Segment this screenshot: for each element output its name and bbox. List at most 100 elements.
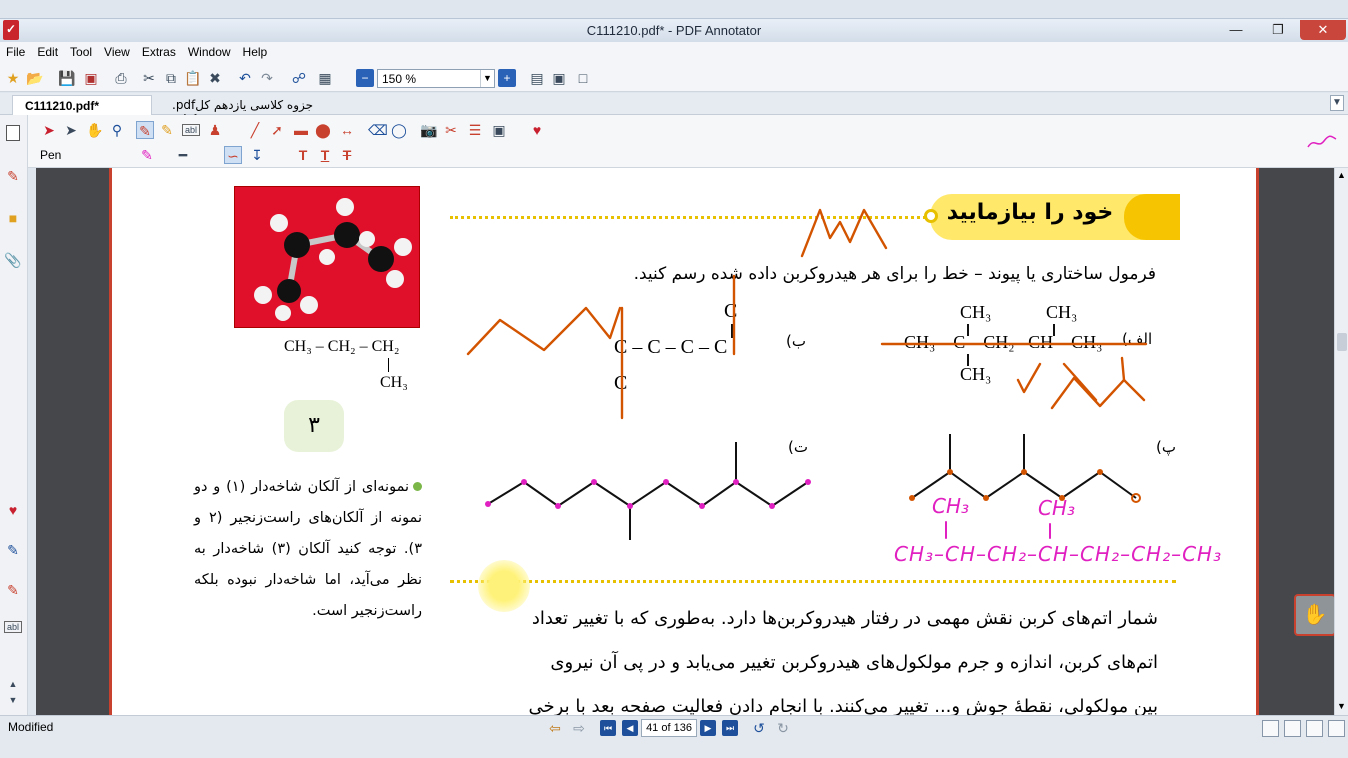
minimize-button[interactable]: — (1216, 20, 1256, 40)
paste-icon[interactable]: 📋 (184, 69, 202, 87)
redo-icon[interactable]: ↷ (258, 69, 276, 87)
zoom-in-icon[interactable]: + (498, 69, 516, 87)
pen-preview-icon (1307, 135, 1337, 148)
hand-icon[interactable]: ✋ (86, 121, 104, 139)
scrollbar-thumb[interactable] (1337, 333, 1347, 351)
view-facing-continuous-icon[interactable] (1328, 720, 1345, 737)
paperclip-icon[interactable]: 📎 (4, 251, 22, 269)
favorites-heart-icon[interactable]: ♥ (528, 121, 546, 139)
measure-icon[interactable]: ↔ (338, 121, 356, 139)
zoom-select[interactable]: 150 % ▼ (377, 69, 495, 88)
select-arrow-icon[interactable]: ➤ (40, 121, 58, 139)
last-page-icon[interactable]: ⏭ (722, 720, 738, 736)
typewriter-icon[interactable]: abl (182, 124, 200, 136)
tab-jozve[interactable]: .pdfجزوه کلاسی یازدهم کل کتاب (160, 95, 350, 126)
page-layout-icon[interactable]: ▦ (316, 69, 334, 87)
menu-help[interactable]: Help (237, 42, 274, 59)
left-sidebar: ✎ ■ 📎 ♥ ✎ ✎ abl ▲ ▼ (0, 115, 28, 715)
view-facing-icon[interactable] (1306, 720, 1323, 737)
page-thumbnail-icon[interactable] (6, 125, 20, 141)
rectangle-icon[interactable]: ▬ (292, 121, 310, 139)
menu-tool[interactable]: Tool (64, 42, 98, 59)
select-text-icon[interactable]: ➤ (62, 121, 80, 139)
text-style-icon[interactable]: T (294, 146, 312, 164)
text-underline-icon[interactable]: T (316, 146, 334, 164)
print-icon[interactable]: ⎙ (112, 69, 130, 87)
text-strikeout-icon[interactable]: T (338, 146, 356, 164)
close-button[interactable]: ✕ (1300, 20, 1346, 40)
scroll-down-icon[interactable]: ▼ (4, 691, 22, 709)
menu-view[interactable]: View (98, 42, 136, 59)
view-continuous-icon[interactable] (1284, 720, 1301, 737)
hand-tool-icon[interactable]: ✋ (1294, 594, 1334, 636)
line-icon[interactable]: ╱ (246, 121, 264, 139)
ellipse-icon[interactable]: ⬤ (314, 121, 332, 139)
first-page-icon[interactable]: ⏮ (600, 720, 616, 736)
single-page-icon[interactable]: ▤ (528, 69, 546, 87)
zoom-tool-icon[interactable]: ⚲ (108, 121, 126, 139)
tab-c111210[interactable]: C111210.pdf* (12, 95, 152, 115)
scroll-down-arrow-icon[interactable]: ▼ (1337, 701, 1346, 711)
save-as-icon[interactable]: ▣ (82, 69, 100, 87)
status-text: Modified (8, 720, 54, 734)
tab-list-dropdown-icon[interactable]: ▼ (1330, 95, 1344, 111)
ink-zigzag-alef (1050, 376, 1146, 410)
next-view-icon[interactable]: ⇨ (570, 719, 588, 737)
text-box-icon[interactable]: abl (4, 621, 22, 633)
line-width-icon[interactable]: ━ (174, 146, 192, 164)
undo-icon[interactable]: ↶ (236, 69, 254, 87)
stamp-icon[interactable]: ♟ (206, 121, 224, 139)
menu-window[interactable]: Window (182, 42, 237, 59)
eraser-icon[interactable]: ⌫ (368, 121, 388, 139)
maximize-button[interactable]: ❐ (1258, 20, 1298, 40)
previous-view-icon[interactable]: ⇦ (546, 719, 564, 737)
open-folder-icon[interactable]: 📂 (26, 69, 44, 87)
page-number-input[interactable]: 41 of 136 (641, 719, 697, 737)
body-line-1: شمار اتم‌های کربن نقش مهمی در رفتار هیدر… (531, 608, 1158, 629)
pen-marker-icon[interactable]: ✎ (4, 167, 22, 185)
ink-zigzag-be (466, 306, 622, 356)
pen-color-icon[interactable]: ✎ (138, 146, 156, 164)
save-icon[interactable]: 💾 (58, 69, 76, 87)
ruler-icon[interactable]: ☰ (466, 121, 484, 139)
cursor-highlight (478, 560, 530, 612)
arrow-icon[interactable]: ➚ (268, 121, 286, 139)
vertical-scrollbar[interactable]: ▲ ▼ (1334, 168, 1348, 715)
view-single-icon[interactable] (1262, 720, 1279, 737)
highlighter-icon[interactable]: ✎ (4, 581, 22, 599)
find-icon[interactable]: ☍ (290, 69, 308, 87)
zoom-out-icon[interactable]: − (356, 69, 374, 87)
lasso-icon[interactable]: ◯ (390, 121, 408, 139)
current-tool-label: Pen (40, 148, 62, 162)
favorite-heart-icon[interactable]: ♥ (4, 501, 22, 519)
forward-icon[interactable]: ↻ (774, 719, 792, 737)
document-tab-bar: C111210.pdf* .pdfجزوه کلاسی یازدهم کل کت… (0, 93, 1348, 126)
page-drawings (466, 208, 1148, 540)
scroll-up-arrow-icon[interactable]: ▲ (1337, 170, 1346, 180)
previous-page-icon[interactable]: ◀ (622, 720, 638, 736)
freehand-smooth-icon[interactable]: ∽ (224, 146, 242, 164)
menu-file[interactable]: File (0, 42, 31, 59)
fit-page-icon[interactable]: ▣ (550, 69, 568, 87)
menu-extras[interactable]: Extras (136, 42, 182, 59)
cut-icon[interactable]: ✂ (140, 69, 158, 87)
back-icon[interactable]: ↺ (750, 719, 768, 737)
title-bar: C111210.pdf* - PDF Annotator — ❐ ✕ (0, 18, 1348, 42)
crop-icon[interactable]: ✂ (442, 121, 460, 139)
body-line-2: اتم‌های کربن، اندازه و جرم مولکول‌های هی… (550, 652, 1158, 673)
marker-icon[interactable]: ✎ (158, 121, 176, 139)
copy-icon[interactable]: ⧉ (162, 69, 180, 87)
menu-edit[interactable]: Edit (31, 42, 64, 59)
pen-tool-icon[interactable]: ✎ (4, 541, 22, 559)
insert-image-icon[interactable]: ▣ (490, 121, 508, 139)
camera-icon[interactable]: 📷 (420, 121, 438, 139)
chevron-down-icon[interactable]: ▼ (480, 70, 494, 87)
next-page-icon[interactable]: ▶ (700, 720, 716, 736)
new-document-icon[interactable]: ★ (4, 69, 22, 87)
fullscreen-icon[interactable]: □ (574, 69, 592, 87)
folder-icon[interactable]: ■ (4, 209, 22, 227)
snap-icon[interactable]: ↧ (248, 146, 266, 164)
delete-icon[interactable]: ✖ (206, 69, 224, 87)
document-view[interactable]: CH₃ – CH₂ – CH₂ CH₃ ۳ نمونه‌ای از آلکان … (36, 168, 1334, 715)
pen-icon[interactable]: ✎ (136, 121, 154, 139)
